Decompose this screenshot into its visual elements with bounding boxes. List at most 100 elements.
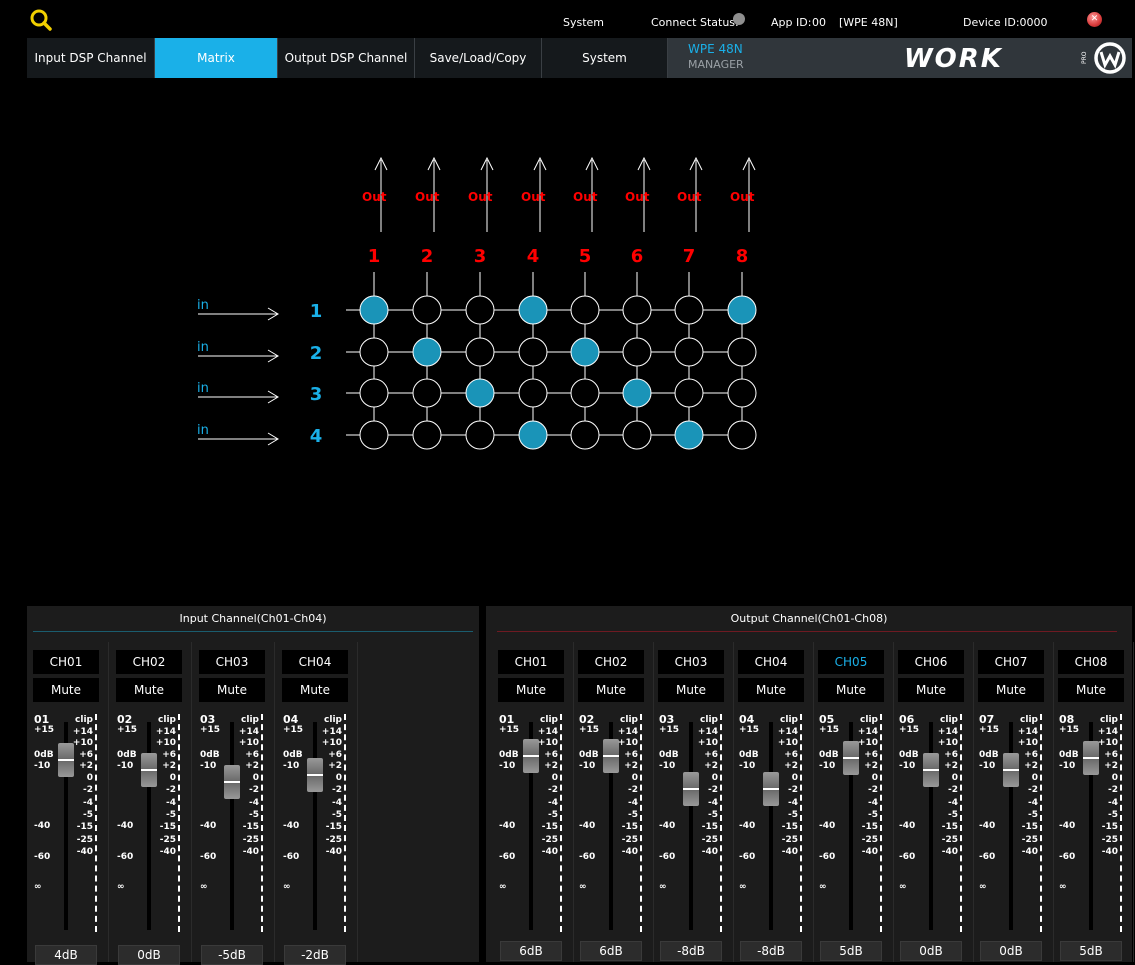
matrix-node[interactable]	[674, 337, 704, 367]
fader-scale-label: -10	[283, 761, 300, 771]
matrix-node[interactable]	[622, 420, 652, 450]
channel-name-button[interactable]: CH01	[33, 650, 99, 674]
fader-scale-label: -40	[819, 821, 836, 831]
fader-scale-label: ∞	[117, 882, 125, 892]
matrix-node[interactable]	[570, 295, 600, 325]
matrix-node[interactable]	[622, 295, 652, 325]
meter-scale-label: -5	[332, 810, 342, 820]
fader-area: 02 +15 0dB -10 -40 -60 ∞ clip +14 +10 +6 +2 0 -2 -4 -5-…	[114, 706, 192, 942]
gain-value[interactable]: -8dB	[740, 941, 802, 961]
mute-button[interactable]: Mute	[898, 678, 964, 702]
fader-scale-label: 0dB	[1059, 750, 1079, 760]
meter-scale-label: -2	[708, 785, 718, 795]
matrix-node-active[interactable]	[518, 420, 548, 450]
channel-name-button[interactable]: CH08	[1058, 650, 1124, 674]
matrix-node[interactable]	[622, 337, 652, 367]
gain-value[interactable]: -5dB	[201, 945, 263, 965]
matrix-node[interactable]	[570, 420, 600, 450]
meter-scale-label: -4	[708, 798, 718, 808]
fader-area: 08 +15 0dB -10 -40 -60 ∞ clip +14 +10 +6 +2 0 -2 -4 -5-…	[1056, 706, 1134, 942]
gain-value[interactable]: 0dB	[980, 941, 1042, 961]
meter-scale-label: -40	[541, 847, 558, 857]
meter-scale-label: +6	[944, 750, 958, 760]
matrix-node[interactable]	[465, 337, 495, 367]
gain-value[interactable]: 5dB	[820, 941, 882, 961]
channel-name-button[interactable]: CH06	[898, 650, 964, 674]
mute-button[interactable]: Mute	[658, 678, 724, 702]
matrix-node-active[interactable]	[412, 337, 442, 367]
channel-name-button[interactable]: CH07	[978, 650, 1044, 674]
meter-scale-label: +6	[1104, 750, 1118, 760]
mute-button[interactable]: Mute	[738, 678, 804, 702]
fader-area: 01 +15 0dB -10 -40 -60 ∞ clip +14 +10 +6 +2 0 -2 -4 -5-…	[31, 706, 109, 942]
channel-name-button[interactable]: CH03	[199, 650, 265, 674]
matrix-node[interactable]	[674, 378, 704, 408]
meter-scale-label: -25	[1101, 835, 1118, 845]
meter-scale-label: +2	[328, 761, 342, 771]
channel-name-button[interactable]: CH03	[658, 650, 724, 674]
gain-value[interactable]: -8dB	[660, 941, 722, 961]
channel-name-button[interactable]: CH04	[282, 650, 348, 674]
matrix-node[interactable]	[465, 295, 495, 325]
fader-scale-label: -10	[200, 761, 217, 771]
channel-name-button[interactable]: CH02	[116, 650, 182, 674]
matrix-node-active[interactable]	[359, 295, 389, 325]
output-label: Out	[521, 190, 546, 204]
channel-name-button[interactable]: CH02	[578, 650, 644, 674]
meter-scale-label: +14	[321, 727, 342, 737]
fader-knob[interactable]	[58, 743, 74, 777]
gain-value[interactable]: 5dB	[1060, 941, 1122, 961]
fader-scale-label: -60	[579, 852, 596, 862]
output-label: Out	[677, 190, 702, 204]
matrix-node-active[interactable]	[727, 295, 757, 325]
mute-button[interactable]: Mute	[978, 678, 1044, 702]
matrix-node-active[interactable]	[570, 337, 600, 367]
meter-scale-label: -15	[541, 822, 558, 832]
matrix-node[interactable]	[359, 378, 389, 408]
matrix-node[interactable]	[518, 337, 548, 367]
meter-scale-label: -15	[861, 822, 878, 832]
gain-value[interactable]: 6dB	[500, 941, 562, 961]
channel-name-button[interactable]: CH01	[498, 650, 564, 674]
mute-button[interactable]: Mute	[578, 678, 644, 702]
mute-button[interactable]: Mute	[498, 678, 564, 702]
mute-button[interactable]: Mute	[116, 678, 182, 702]
meter-scale-label: +2	[704, 761, 718, 771]
input-label: in	[197, 340, 209, 355]
matrix-node[interactable]	[359, 420, 389, 450]
channel-name-button[interactable]: CH05	[818, 650, 884, 674]
matrix-node[interactable]	[412, 295, 442, 325]
gain-value[interactable]: -2dB	[284, 945, 346, 965]
gain-value[interactable]: 0dB	[118, 945, 180, 965]
matrix-node[interactable]	[518, 378, 548, 408]
channel-name-button[interactable]: CH04	[738, 650, 804, 674]
matrix-node[interactable]	[412, 420, 442, 450]
matrix-node[interactable]	[359, 337, 389, 367]
matrix-node[interactable]	[727, 420, 757, 450]
matrix-node[interactable]	[465, 420, 495, 450]
matrix-node-active[interactable]	[674, 420, 704, 450]
matrix-node[interactable]	[727, 337, 757, 367]
matrix-node-active[interactable]	[518, 295, 548, 325]
matrix-node[interactable]	[412, 378, 442, 408]
gain-value[interactable]: 0dB	[900, 941, 962, 961]
gain-value[interactable]: 6dB	[580, 941, 642, 961]
matrix-node[interactable]	[674, 295, 704, 325]
meter-scale-label: -25	[941, 835, 958, 845]
meter-scale-label: +14	[857, 727, 878, 737]
mute-button[interactable]: Mute	[818, 678, 884, 702]
meter-scale-label: -5	[548, 810, 558, 820]
fader-area: 04 +15 0dB -10 -40 -60 ∞ clip +14 +10 +6 +2 0 -2 -4 -5-…	[736, 706, 814, 942]
meter-scale-label: clip	[940, 715, 958, 725]
gain-value[interactable]: 4dB	[35, 945, 97, 965]
matrix-node[interactable]	[727, 378, 757, 408]
mute-button[interactable]: Mute	[1058, 678, 1124, 702]
matrix-node-active[interactable]	[622, 378, 652, 408]
matrix-node-active[interactable]	[465, 378, 495, 408]
mute-button[interactable]: Mute	[199, 678, 265, 702]
mute-button[interactable]: Mute	[33, 678, 99, 702]
meter-scale-label: +2	[624, 761, 638, 771]
meter-scale-label: -2	[249, 785, 259, 795]
mute-button[interactable]: Mute	[282, 678, 348, 702]
matrix-node[interactable]	[570, 378, 600, 408]
